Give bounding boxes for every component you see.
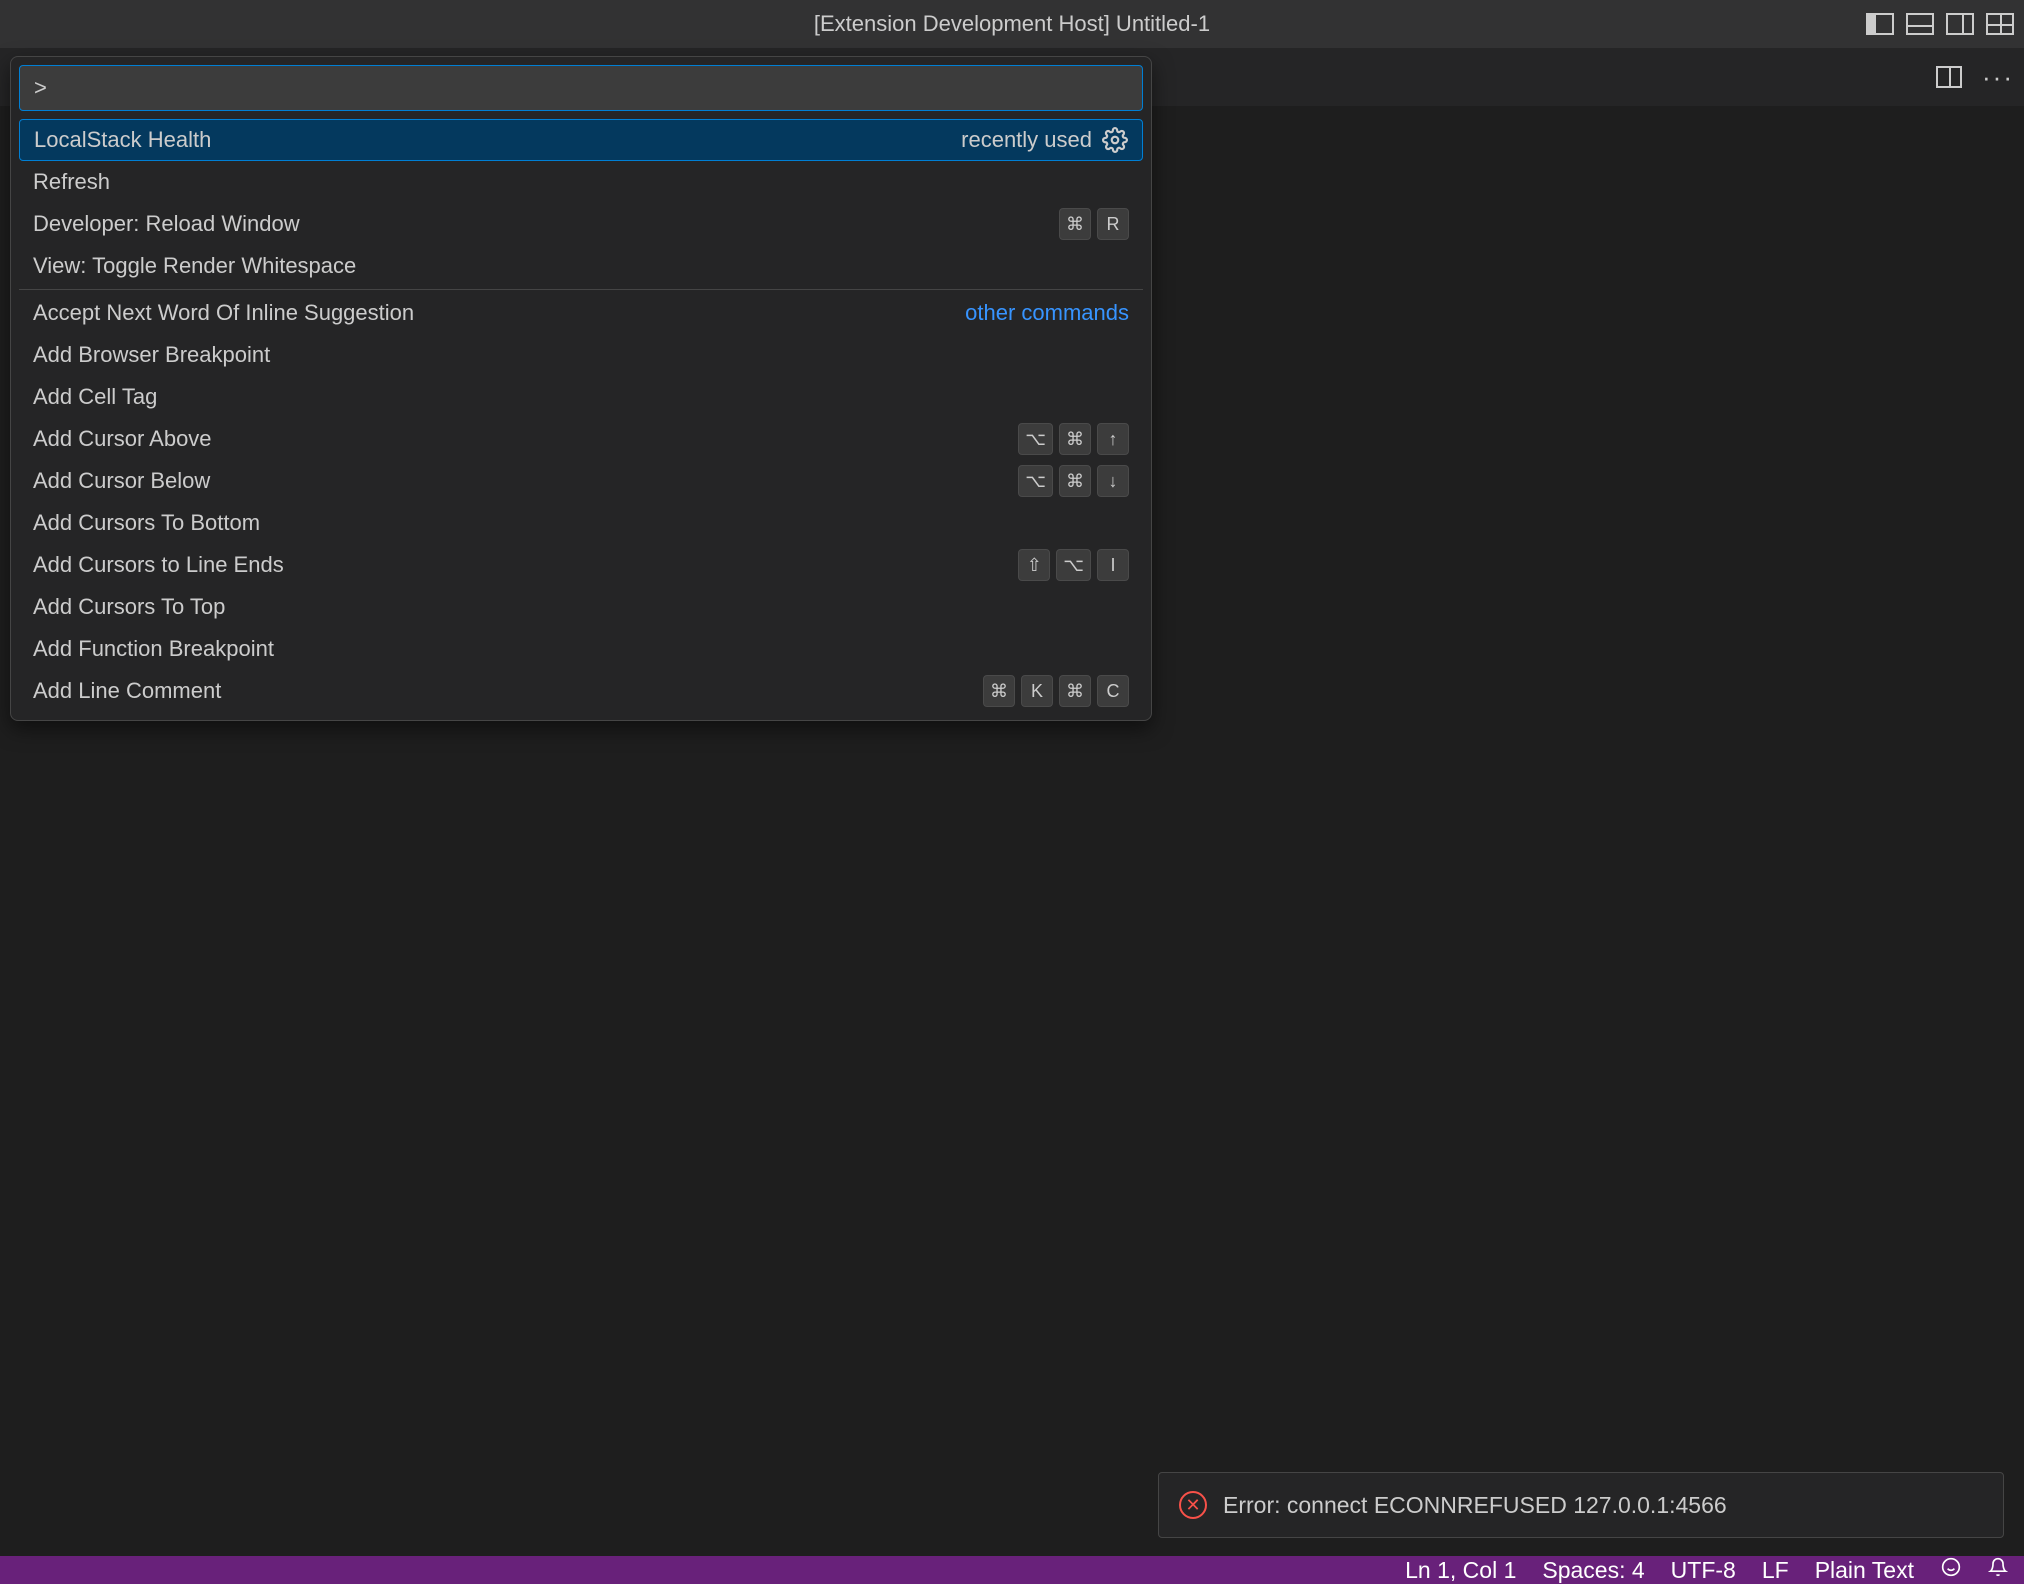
- command-item[interactable]: Add Browser Breakpoint: [19, 334, 1143, 376]
- command-item-label: Add Cursors To Bottom: [33, 510, 260, 536]
- gear-icon[interactable]: [1102, 127, 1128, 153]
- editor-actions: ···: [1936, 62, 2014, 93]
- layout-sidebar-left-icon[interactable]: [1866, 13, 1894, 35]
- titlebar-layout-controls: [1866, 13, 2014, 35]
- bell-icon[interactable]: [1988, 1557, 2008, 1583]
- key: ⌥: [1056, 549, 1091, 581]
- window-title: [Extension Development Host] Untitled-1: [814, 11, 1210, 37]
- command-item-label: Accept Next Word Of Inline Suggestion: [33, 300, 414, 326]
- key: R: [1097, 208, 1129, 240]
- layout-sidebar-right-icon[interactable]: [1946, 13, 1974, 35]
- key: ⇧: [1018, 549, 1050, 581]
- command-item-label: LocalStack Health: [34, 127, 211, 153]
- command-item[interactable]: Add Cell Tag: [19, 376, 1143, 418]
- command-input[interactable]: [19, 65, 1143, 111]
- statusbar: Ln 1, Col 1 Spaces: 4 UTF-8 LF Plain Tex…: [0, 1556, 2024, 1584]
- command-item-label: Add Browser Breakpoint: [33, 342, 270, 368]
- command-item-right: ⇧⌥I: [1018, 549, 1129, 581]
- keybinding: ⌘R: [1059, 208, 1129, 240]
- command-item-label: View: Toggle Render Whitespace: [33, 253, 356, 279]
- key: ⌘: [1059, 675, 1091, 707]
- command-item-label: Developer: Reload Window: [33, 211, 300, 237]
- key: ⌥: [1018, 465, 1053, 497]
- command-group-separator: [19, 289, 1143, 290]
- command-item[interactable]: Add Line Comment⌘K⌘C: [19, 670, 1143, 712]
- command-item[interactable]: Accept Next Word Of Inline Suggestion oth…: [19, 292, 1143, 334]
- layout-customize-icon[interactable]: [1986, 13, 2014, 35]
- command-item[interactable]: Add Cursors To Bottom: [19, 502, 1143, 544]
- command-item-right: recently used: [961, 127, 1128, 153]
- key: ⌘: [1059, 465, 1091, 497]
- key: ⌥: [1018, 423, 1053, 455]
- status-indentation[interactable]: Spaces: 4: [1542, 1557, 1644, 1584]
- command-item-label: Add Cell Tag: [33, 384, 157, 410]
- keybinding: ⇧⌥I: [1018, 549, 1129, 581]
- key: ⌘: [1059, 208, 1091, 240]
- command-item-right: ⌥⌘↑: [1018, 423, 1129, 455]
- command-item[interactable]: Add Cursors To Top: [19, 586, 1143, 628]
- command-item-right: ⌘R: [1059, 208, 1129, 240]
- key: K: [1021, 675, 1053, 707]
- group-label: recently used: [961, 127, 1092, 153]
- key: I: [1097, 549, 1129, 581]
- key: ↑: [1097, 423, 1129, 455]
- command-item-label: Add Cursors To Top: [33, 594, 225, 620]
- command-item-right: ⌘K⌘C: [983, 675, 1129, 707]
- more-actions-icon[interactable]: ···: [1982, 62, 2014, 93]
- group-label: other commands: [965, 300, 1129, 326]
- command-item[interactable]: LocalStack Health recently used: [19, 119, 1143, 161]
- command-item-right: ⌥⌘↓: [1018, 465, 1129, 497]
- command-item[interactable]: View: Toggle Render Whitespace: [19, 245, 1143, 287]
- command-item-label: Add Cursor Above: [33, 426, 212, 452]
- status-eol[interactable]: LF: [1762, 1557, 1789, 1584]
- keybinding: ⌥⌘↓: [1018, 465, 1129, 497]
- key: ↓: [1097, 465, 1129, 497]
- command-item-right: other commands: [965, 300, 1129, 326]
- command-item[interactable]: Add Cursor Above ⌥⌘↑: [19, 418, 1143, 460]
- command-item[interactable]: Add Cursors to Line Ends ⇧⌥I: [19, 544, 1143, 586]
- command-item-label: Add Cursor Below: [33, 468, 210, 494]
- key: ⌘: [1059, 423, 1091, 455]
- titlebar: [Extension Development Host] Untitled-1: [0, 0, 2024, 48]
- error-notification[interactable]: ✕ Error: connect ECONNREFUSED 127.0.0.1:…: [1158, 1472, 2004, 1538]
- command-item-label: Add Line Comment: [33, 678, 221, 704]
- key: ⌘: [983, 675, 1015, 707]
- key: C: [1097, 675, 1129, 707]
- command-item[interactable]: Add Function Breakpoint: [19, 628, 1143, 670]
- keybinding: ⌘K⌘C: [983, 675, 1129, 707]
- layout-panel-bottom-icon[interactable]: [1906, 13, 1934, 35]
- command-item[interactable]: Developer: Reload Window ⌘R: [19, 203, 1143, 245]
- command-item-label: Add Function Breakpoint: [33, 636, 274, 662]
- command-item[interactable]: Refresh: [19, 161, 1143, 203]
- status-encoding[interactable]: UTF-8: [1671, 1557, 1736, 1584]
- error-icon: ✕: [1179, 1491, 1207, 1519]
- split-editor-icon[interactable]: [1936, 66, 1962, 88]
- command-item-label: Refresh: [33, 169, 110, 195]
- command-palette: LocalStack Health recently used Refresh Dev…: [10, 56, 1152, 721]
- command-item[interactable]: Add Cursor Below ⌥⌘↓: [19, 460, 1143, 502]
- keybinding: ⌥⌘↑: [1018, 423, 1129, 455]
- feedback-icon[interactable]: [1940, 1557, 1962, 1583]
- notification-message: Error: connect ECONNREFUSED 127.0.0.1:45…: [1223, 1492, 1727, 1519]
- status-cursor-position[interactable]: Ln 1, Col 1: [1405, 1557, 1516, 1584]
- command-list: LocalStack Health recently used Refresh Dev…: [19, 119, 1143, 712]
- command-item-label: Add Cursors to Line Ends: [33, 552, 284, 578]
- status-language[interactable]: Plain Text: [1815, 1557, 1914, 1584]
